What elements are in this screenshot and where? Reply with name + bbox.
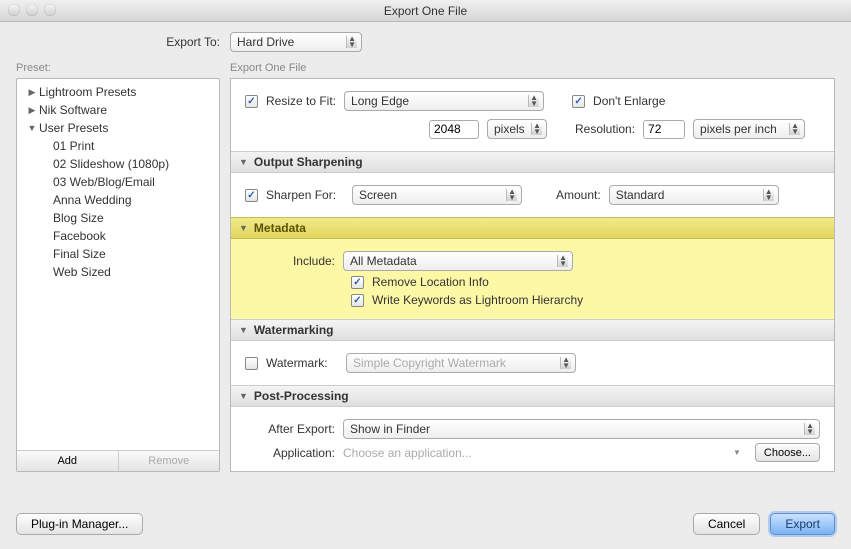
preset-group-label: Lightroom Presets <box>39 85 136 99</box>
select-arrows-icon: ▲▼ <box>791 123 799 135</box>
titlebar: Export One File <box>0 0 851 22</box>
select-arrows-icon: ▲▼ <box>533 123 541 135</box>
watermark-checkbox[interactable] <box>245 357 258 370</box>
preset-item[interactable]: Facebook <box>17 227 219 245</box>
watermark-label: Watermark: <box>266 356 338 370</box>
section-metadata: ▼ Metadata Include: All Metadata ▲▼ <box>231 217 834 319</box>
preset-group-lightroom[interactable]: ▶ Lightroom Presets <box>17 83 219 101</box>
remove-location-label: Remove Location Info <box>372 275 489 289</box>
application-label: Application: <box>245 446 335 460</box>
section-header-sharpening[interactable]: ▼ Output Sharpening <box>231 151 834 173</box>
select-arrows-icon: ▲▼ <box>559 255 567 267</box>
export-to-value: Hard Drive <box>237 35 294 49</box>
resize-mode-select[interactable]: Long Edge ▲▼ <box>344 91 544 111</box>
sharpen-amount-select[interactable]: Standard ▲▼ <box>609 185 779 205</box>
window-controls <box>8 4 56 16</box>
window-title: Export One File <box>0 4 851 18</box>
section-header-post[interactable]: ▼ Post-Processing <box>231 385 834 407</box>
preset-remove-button[interactable]: Remove <box>118 451 220 471</box>
select-arrows-icon: ▲▼ <box>806 423 814 435</box>
export-to-select[interactable]: Hard Drive ▲▼ <box>230 32 362 52</box>
sharpen-target-select[interactable]: Screen ▲▼ <box>352 185 522 205</box>
export-to-label: Export To: <box>16 35 230 49</box>
after-export-label: After Export: <box>245 422 335 436</box>
resize-unit-select[interactable]: pixels ▲▼ <box>487 119 547 139</box>
dont-enlarge-checkbox[interactable] <box>572 95 585 108</box>
amount-label: Amount: <box>556 188 601 202</box>
export-button[interactable]: Export <box>770 513 835 535</box>
section-output-sharpening: ▼ Output Sharpening Sharpen For: Screen … <box>231 151 834 217</box>
preset-header: Preset: <box>16 62 220 74</box>
preset-group-label: User Presets <box>39 121 108 135</box>
select-arrows-icon: ▲▼ <box>765 189 773 201</box>
watermark-preset-select[interactable]: Simple Copyright Watermark ▲▼ <box>346 353 576 373</box>
disclosure-down-icon: ▼ <box>239 157 248 167</box>
remove-location-checkbox[interactable] <box>351 276 364 289</box>
disclosure-down-icon: ▼ <box>239 223 248 233</box>
preset-item[interactable]: 03 Web/Blog/Email <box>17 173 219 191</box>
sharpen-label: Sharpen For: <box>266 188 344 202</box>
select-arrows-icon: ▲▼ <box>508 189 516 201</box>
panels-container: Resize to Fit: Long Edge ▲▼ Don't Enlarg… <box>230 78 835 472</box>
section-watermarking: ▼ Watermarking Watermark: Simple Copyrig… <box>231 319 834 385</box>
resize-checkbox[interactable] <box>245 95 258 108</box>
application-placeholder: Choose an application... <box>343 446 725 460</box>
after-export-select[interactable]: Show in Finder ▲▼ <box>343 419 820 439</box>
preset-item[interactable]: 02 Slideshow (1080p) <box>17 155 219 173</box>
zoom-traffic[interactable] <box>44 4 56 16</box>
disclosure-down-icon: ▼ <box>239 325 248 335</box>
panel-header: Export One File <box>230 62 835 74</box>
preset-group-label: Nik Software <box>39 103 107 117</box>
disclosure-right-icon: ▶ <box>27 105 37 116</box>
include-label: Include: <box>245 254 335 268</box>
preset-item[interactable]: 01 Print <box>17 137 219 155</box>
preset-group-nik[interactable]: ▶ Nik Software <box>17 101 219 119</box>
write-keywords-label: Write Keywords as Lightroom Hierarchy <box>372 293 583 307</box>
select-arrows-icon: ▲▼ <box>562 357 570 369</box>
resolution-unit-select[interactable]: pixels per inch ▲▼ <box>693 119 805 139</box>
section-header-metadata[interactable]: ▼ Metadata <box>231 217 834 239</box>
disclosure-down-icon: ▼ <box>27 123 37 133</box>
section-post-processing: ▼ Post-Processing After Export: Show in … <box>231 385 834 472</box>
plugin-manager-button[interactable]: Plug-in Manager... <box>16 513 143 535</box>
preset-list: ▶ Lightroom Presets ▶ Nik Software ▼ Use… <box>17 79 219 450</box>
select-arrows-icon: ▲▼ <box>348 36 356 48</box>
preset-item[interactable]: Blog Size <box>17 209 219 227</box>
preset-group-user[interactable]: ▼ User Presets <box>17 119 219 137</box>
minimize-traffic[interactable] <box>26 4 38 16</box>
select-arrows-icon: ▲▼ <box>530 95 538 107</box>
dont-enlarge-label: Don't Enlarge <box>593 94 665 108</box>
resolution-label: Resolution: <box>575 122 635 136</box>
close-traffic[interactable] <box>8 4 20 16</box>
sharpen-checkbox[interactable] <box>245 189 258 202</box>
resize-label: Resize to Fit: <box>266 94 336 108</box>
preset-add-button[interactable]: Add <box>17 451 118 471</box>
choose-app-button[interactable]: Choose... <box>755 443 820 462</box>
resolution-input[interactable] <box>643 120 685 139</box>
write-keywords-checkbox[interactable] <box>351 294 364 307</box>
section-header-watermark[interactable]: ▼ Watermarking <box>231 319 834 341</box>
resize-value-input[interactable] <box>429 120 479 139</box>
dropdown-icon[interactable]: ▼ <box>733 448 741 457</box>
metadata-include-select[interactable]: All Metadata ▲▼ <box>343 251 573 271</box>
disclosure-down-icon: ▼ <box>239 391 248 401</box>
preset-item[interactable]: Web Sized <box>17 263 219 281</box>
preset-item[interactable]: Anna Wedding <box>17 191 219 209</box>
cancel-button[interactable]: Cancel <box>693 513 760 535</box>
preset-list-box: ▶ Lightroom Presets ▶ Nik Software ▼ Use… <box>16 78 220 472</box>
preset-item[interactable]: Final Size <box>17 245 219 263</box>
disclosure-right-icon: ▶ <box>27 87 37 98</box>
